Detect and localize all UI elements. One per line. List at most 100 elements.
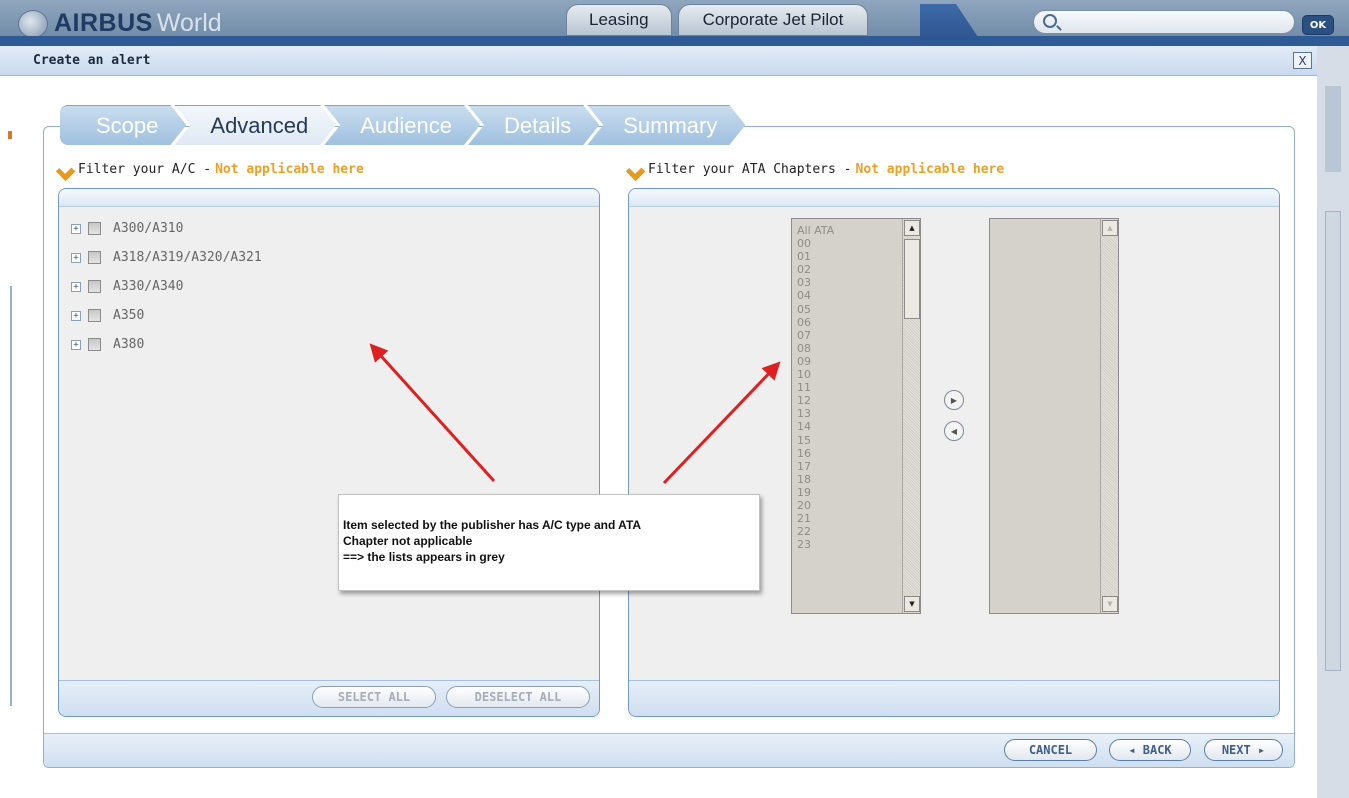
scroll-down-icon[interactable]: ▼ [904, 596, 920, 612]
step-summary[interactable]: Summary [587, 105, 745, 145]
tab-corporate-jet-pilot[interactable]: Corporate Jet Pilot [677, 4, 869, 36]
ata-filter-label: Filter your ATA Chapters - [648, 162, 852, 177]
ata-list-item[interactable]: 22 [797, 525, 834, 538]
checkbox[interactable] [88, 251, 101, 264]
dialog-title: Create an alert [33, 53, 151, 68]
ata-list-item[interactable]: 23 [797, 538, 834, 551]
ata-available-list[interactable]: All ATA 00 01 02 03 04 05 06 07 08 09 10 11 12 13 14 15 1… [791, 218, 921, 614]
expand-icon[interactable]: + [71, 339, 81, 350]
scroll-thumb[interactable] [904, 239, 920, 319]
background-left-edge [0, 76, 14, 798]
ata-list-item[interactable]: 17 [797, 460, 834, 473]
ac-filter-panel: + A300/A310 + A318/A319/A320/A321 + A330… [58, 188, 600, 717]
ata-list-item[interactable]: 10 [797, 368, 834, 381]
remove-left-arrow-icon[interactable]: ◀ [944, 421, 964, 441]
ata-list-item[interactable]: 06 [797, 316, 834, 329]
checkbox[interactable] [88, 309, 101, 322]
search-ok-button[interactable]: OK [1302, 15, 1334, 35]
background-mark [8, 131, 12, 139]
ata-list-item[interactable]: 19 [797, 486, 834, 499]
ata-filter-heading: Filter your ATA Chapters - Not applicabl… [630, 162, 1004, 177]
back-button[interactable]: ◂ BACK [1109, 739, 1191, 761]
airbus-world-logo[interactable]: AIRBUS World [18, 9, 222, 38]
header-tab-tail [920, 4, 980, 40]
tree-item-label: A330/A340 [113, 279, 184, 294]
ata-list-item[interactable]: 09 [797, 355, 834, 368]
tree-item-a300[interactable]: + A300/A310 [71, 214, 262, 243]
tree-item-a320-family[interactable]: + A318/A319/A320/A321 [71, 243, 262, 272]
ac-tree: + A300/A310 + A318/A319/A320/A321 + A330… [71, 214, 262, 359]
step-advanced[interactable]: Advanced [174, 105, 336, 145]
tree-item-label: A350 [113, 308, 145, 323]
ata-list-item[interactable]: 07 [797, 329, 834, 342]
expand-icon[interactable]: + [71, 281, 81, 292]
header-divider [0, 36, 1349, 46]
cancel-button[interactable]: CANCEL [1004, 739, 1097, 761]
annotation-callout: Item selected by the publisher has A/C t… [338, 494, 760, 591]
ata-list-item[interactable]: 18 [797, 473, 834, 486]
airbus-logo-icon [18, 9, 48, 38]
background-strip [1325, 86, 1341, 172]
step-audience[interactable]: Audience [324, 105, 480, 145]
tree-item-a350[interactable]: + A350 [71, 301, 262, 330]
scroll-up-icon[interactable]: ▲ [1102, 220, 1118, 236]
next-button[interactable]: NEXT ▸ [1204, 739, 1283, 761]
ata-list-item[interactable]: 15 [797, 434, 834, 447]
ata-selected-list[interactable]: ▲ ▼ [989, 218, 1119, 614]
ata-list-item[interactable]: 03 [797, 276, 834, 289]
selected-list-scrollbar[interactable]: ▲ ▼ [1100, 219, 1118, 613]
callout-line-2: Chapter not applicable [343, 534, 473, 548]
close-button[interactable]: X [1293, 52, 1312, 69]
ata-list-item[interactable]: 04 [797, 289, 834, 302]
tree-item-a330[interactable]: + A330/A340 [71, 272, 262, 301]
background-line [10, 286, 12, 706]
ata-panel-header [629, 189, 1279, 207]
ata-list-item[interactable]: All ATA [797, 224, 834, 237]
ata-filter-panel: All ATA 00 01 02 03 04 05 06 07 08 09 10 11 12 13 14 15 1… [628, 188, 1280, 717]
deselect-all-button[interactable]: DESELECT ALL [446, 686, 590, 708]
logo-brand: AIRBUS [54, 9, 153, 37]
tree-item-a380[interactable]: + A380 [71, 330, 262, 359]
ata-list-item[interactable]: 13 [797, 407, 834, 420]
ata-list-item[interactable]: 11 [797, 381, 834, 394]
ata-list-item[interactable]: 00 [797, 237, 834, 250]
ata-list-item[interactable]: 02 [797, 263, 834, 276]
ata-list-scrollbar[interactable]: ▲ ▼ [902, 219, 920, 613]
expand-icon[interactable]: + [71, 310, 81, 321]
checkbox[interactable] [88, 280, 101, 293]
expand-icon[interactable]: + [71, 223, 81, 234]
ata-list-item[interactable]: 12 [797, 394, 834, 407]
step-details[interactable]: Details [468, 105, 599, 145]
ata-list-item[interactable]: 16 [797, 447, 834, 460]
step-scope[interactable]: Scope [60, 105, 186, 145]
logo-suffix: World [156, 9, 222, 37]
app-header: AIRBUS World Leasing Corporate Jet Pilot… [0, 0, 1349, 46]
ata-list-item[interactable]: 20 [797, 499, 834, 512]
scroll-down-icon[interactable]: ▼ [1102, 596, 1118, 612]
ac-panel-header [59, 189, 599, 207]
callout-line-1: Item selected by the publisher has A/C t… [343, 518, 642, 532]
scroll-up-icon[interactable]: ▲ [904, 220, 920, 236]
ac-filter-heading: Filter your A/C - Not applicable here [60, 162, 364, 177]
ata-list-item[interactable]: 01 [797, 250, 834, 263]
search-input[interactable] [1033, 10, 1295, 34]
ata-list-item[interactable]: 05 [797, 303, 834, 316]
select-all-button[interactable]: SELECT ALL [312, 686, 436, 708]
background-page-edge [1317, 46, 1349, 798]
top-tabs: Leasing Corporate Jet Pilot [566, 4, 869, 36]
add-right-arrow-icon[interactable]: ▶ [944, 390, 964, 410]
checkbox[interactable] [88, 338, 101, 351]
ac-filter-status: Not applicable here [215, 162, 364, 177]
ata-available-items: All ATA 00 01 02 03 04 05 06 07 08 09 10 11 12 13 14 15 1… [797, 224, 834, 551]
checkbox[interactable] [88, 222, 101, 235]
wizard-footer [44, 733, 1294, 767]
dialog-title-bar: Create an alert X [0, 46, 1317, 76]
expand-icon[interactable]: + [71, 252, 81, 263]
tree-item-label: A318/A319/A320/A321 [113, 250, 262, 265]
ata-list-item[interactable]: 14 [797, 420, 834, 433]
tree-item-label: A380 [113, 337, 145, 352]
tree-item-label: A300/A310 [113, 221, 184, 236]
ata-list-item[interactable]: 21 [797, 512, 834, 525]
ata-list-item[interactable]: 08 [797, 342, 834, 355]
tab-leasing[interactable]: Leasing [566, 4, 672, 36]
